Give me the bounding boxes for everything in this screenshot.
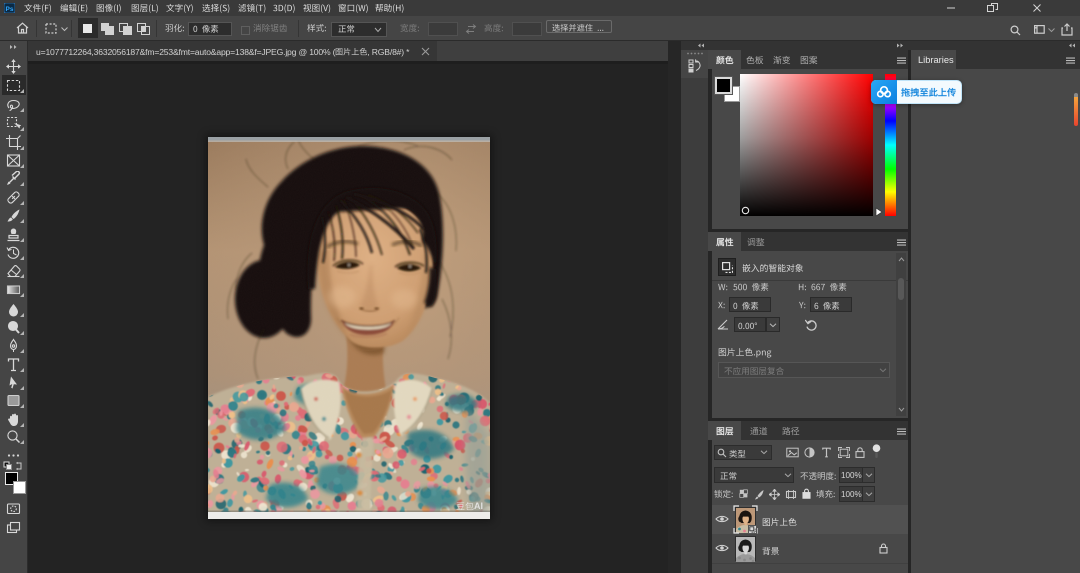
svg-text:Ps: Ps [6, 6, 14, 13]
